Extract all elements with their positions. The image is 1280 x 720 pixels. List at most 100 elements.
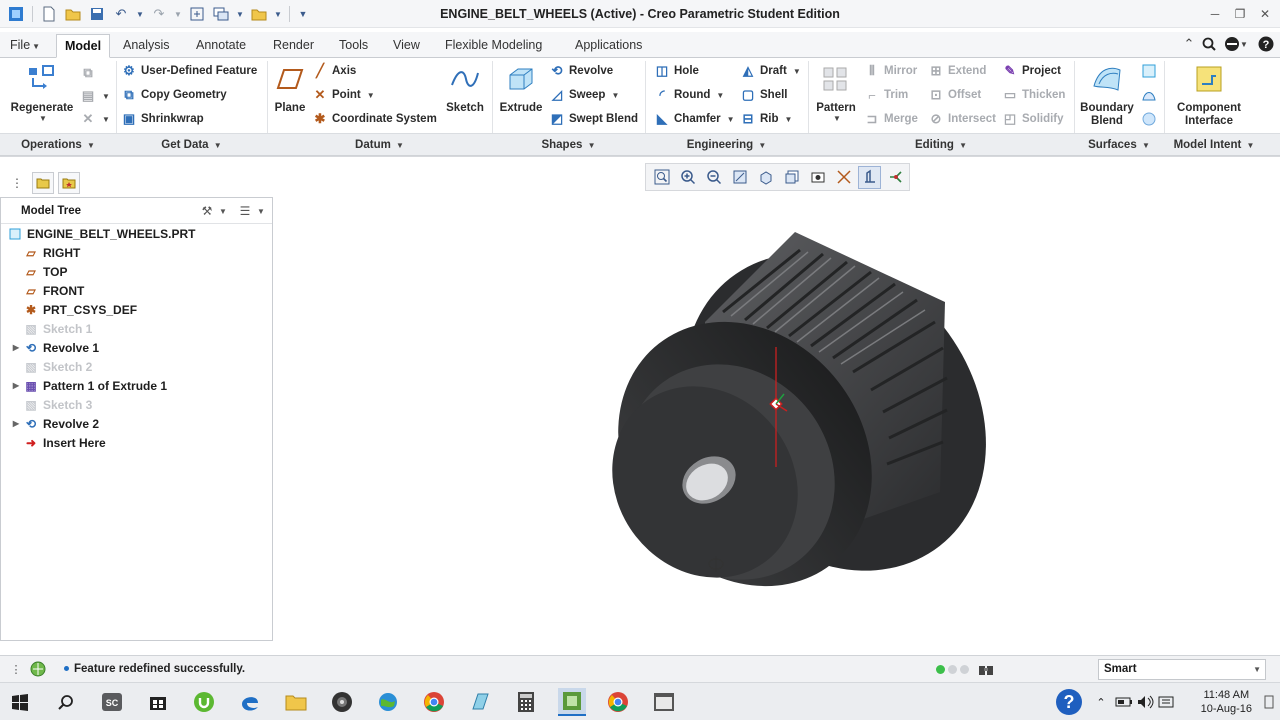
file-explorer-icon[interactable] xyxy=(282,688,310,716)
tree-item-top[interactable]: ▱ TOP xyxy=(1,262,271,281)
trim-button[interactable]: ⌐ Trim xyxy=(864,85,908,105)
store-icon[interactable] xyxy=(144,688,172,716)
creo-parametric-taskbar-icon[interactable] xyxy=(558,688,586,716)
tab-view[interactable]: View xyxy=(385,34,428,58)
intersect-button[interactable]: ⊘ Intersect xyxy=(928,109,996,129)
display-style-icon[interactable] xyxy=(832,166,855,189)
tree-item-sketch-3[interactable]: ▧ Sketch 3 xyxy=(1,395,271,414)
freestyle-button[interactable] xyxy=(1141,109,1157,129)
tree-item-sketch-1[interactable]: ▧ Sketch 1 xyxy=(1,319,271,338)
copy-button[interactable]: ⧉ xyxy=(80,63,96,83)
regenerate-button[interactable]: Regenerate ▼ xyxy=(8,62,76,123)
fill-button[interactable] xyxy=(1141,61,1157,81)
selection-filter-dropdown[interactable]: Smart ▼ xyxy=(1098,659,1266,680)
sweep-button[interactable]: ◿ Sweep ▼ xyxy=(549,85,619,105)
group-operations[interactable]: Operations ▼ xyxy=(0,139,116,151)
group-engineering[interactable]: Engineering ▼ xyxy=(645,139,808,151)
revolve-button[interactable]: ⟲ Revolve xyxy=(549,61,614,81)
regenerate-quick-icon[interactable] xyxy=(187,4,207,24)
search-icon[interactable] xyxy=(52,688,80,716)
thicken-button[interactable]: ▭ Thicken xyxy=(1002,85,1066,105)
close-icon[interactable]: ✕ xyxy=(1254,4,1276,24)
community-icon[interactable]: ▼ xyxy=(1221,34,1251,54)
shrinkwrap-button[interactable]: ▣ Shrinkwrap xyxy=(121,109,204,129)
rib-button[interactable]: ⊟ Rib ▼ xyxy=(740,109,793,129)
group-shapes[interactable]: Shapes ▼ xyxy=(492,139,645,151)
group-model-intent[interactable]: Model Intent ▼ xyxy=(1164,139,1264,151)
restore-icon[interactable]: ❐ xyxy=(1229,4,1251,24)
find-icon[interactable] xyxy=(976,660,996,678)
tab-analysis[interactable]: Analysis xyxy=(115,34,178,58)
solidcam-icon[interactable]: SC xyxy=(98,688,126,716)
windows-icon[interactable] xyxy=(211,4,231,24)
extend-button[interactable]: ⊞ Extend xyxy=(928,61,987,81)
tree-item-pattern-1[interactable]: ▶ ▦ Pattern 1 of Extrude 1 xyxy=(1,376,271,395)
close-window-icon[interactable] xyxy=(249,4,269,24)
tree-item-insert-here[interactable]: ➜ Insert Here xyxy=(1,433,271,452)
web-browser-icon[interactable] xyxy=(28,659,48,679)
undo-icon[interactable]: ↶ xyxy=(111,4,131,24)
creo-app-icon[interactable] xyxy=(466,688,494,716)
tree-toggle-icon[interactable]: ⋮ xyxy=(6,660,26,678)
hole-button[interactable]: ◫ Hole xyxy=(654,61,699,81)
chrome-2-icon[interactable] xyxy=(604,688,632,716)
tab-flexible-modeling[interactable]: Flexible Modeling xyxy=(437,34,550,58)
collapse-ribbon-icon[interactable]: ⌃ xyxy=(1179,34,1199,54)
pattern-button[interactable]: Pattern ▼ xyxy=(813,62,859,123)
tab-file[interactable]: File ▼ xyxy=(2,34,48,58)
group-get-data[interactable]: Get Data ▼ xyxy=(116,139,267,151)
chevron-down-icon[interactable]: ▼ xyxy=(217,201,229,221)
help-icon[interactable]: ? xyxy=(1256,34,1276,54)
redo-icon[interactable]: ↷ xyxy=(149,4,169,24)
paste-button[interactable]: ▤ ▼ xyxy=(80,86,110,106)
user-defined-feature-button[interactable]: ⚙ User-Defined Feature xyxy=(121,61,257,81)
edge-browser-icon[interactable] xyxy=(236,688,264,716)
model-tree-tab-icon[interactable]: ⋮ xyxy=(6,172,28,194)
chrome-icon[interactable] xyxy=(420,688,448,716)
zoom-out-icon[interactable] xyxy=(702,166,725,189)
notifications-icon[interactable] xyxy=(1262,688,1276,716)
tab-tools[interactable]: Tools xyxy=(331,34,376,58)
utorrent-icon[interactable] xyxy=(190,688,218,716)
boundary-blend-button[interactable]: Boundary Blend xyxy=(1078,62,1136,128)
group-editing[interactable]: Editing ▼ xyxy=(808,139,1074,151)
datum-display-filters-icon[interactable] xyxy=(858,165,881,189)
offset-button[interactable]: ⊡ Offset xyxy=(928,85,982,105)
calculator-icon[interactable] xyxy=(512,688,540,716)
undo-dropdown-icon[interactable]: ▼ xyxy=(135,4,145,24)
pulley-model[interactable] xyxy=(566,193,1049,637)
tree-item-prt-csys-def[interactable]: ✱ PRT_CSYS_DEF xyxy=(1,300,271,319)
tab-render[interactable]: Render xyxy=(265,34,322,58)
windows-dropdown-icon[interactable]: ▼ xyxy=(235,4,245,24)
customize-qat-icon[interactable]: ▼ xyxy=(296,4,310,24)
sketch-button[interactable]: Sketch xyxy=(444,62,486,114)
plane-button[interactable]: Plane xyxy=(272,62,308,114)
save-icon[interactable] xyxy=(87,4,107,24)
component-interface-button[interactable]: Component Interface xyxy=(1170,62,1248,128)
tab-model[interactable]: Model xyxy=(56,34,111,58)
round-button[interactable]: ◜ Round ▼ xyxy=(654,85,724,105)
coordinate-system-button[interactable]: ✱ Coordinate System xyxy=(312,109,437,129)
taskbar-clock[interactable]: 11:48 AM 10-Aug-16 xyxy=(1201,688,1252,716)
tree-show-icon[interactable]: ☰ xyxy=(235,201,255,221)
expand-arrow-icon[interactable]: ▶ xyxy=(9,419,23,428)
globe-app-icon[interactable] xyxy=(374,688,402,716)
app-icon[interactable] xyxy=(6,4,26,24)
tree-item-revolve-2[interactable]: ▶ ⟲ Revolve 2 xyxy=(1,414,271,433)
tree-item-right[interactable]: ▱ RIGHT xyxy=(1,243,271,262)
folder-browser-icon[interactable] xyxy=(32,172,54,194)
tree-item-front[interactable]: ▱ FRONT xyxy=(1,281,271,300)
draft-button[interactable]: ◭ Draft ▼ xyxy=(740,61,801,81)
merge-button[interactable]: ⊐ Merge xyxy=(864,109,918,129)
saved-orientations-icon[interactable] xyxy=(754,166,777,189)
delete-button[interactable]: ✕ ▼ xyxy=(80,109,110,129)
chevron-up-icon[interactable]: ⌃ xyxy=(1092,688,1110,716)
view-manager-icon[interactable] xyxy=(780,166,803,189)
close-dropdown-icon[interactable]: ▼ xyxy=(273,4,283,24)
screen-capture-icon[interactable] xyxy=(650,688,678,716)
help-question-icon[interactable]: ? xyxy=(1054,687,1084,717)
tab-annotate[interactable]: Annotate xyxy=(188,34,254,58)
chevron-down-icon[interactable]: ▼ xyxy=(255,201,267,221)
axis-button[interactable]: ╱ Axis xyxy=(312,61,356,81)
search-icon[interactable] xyxy=(1199,34,1219,54)
